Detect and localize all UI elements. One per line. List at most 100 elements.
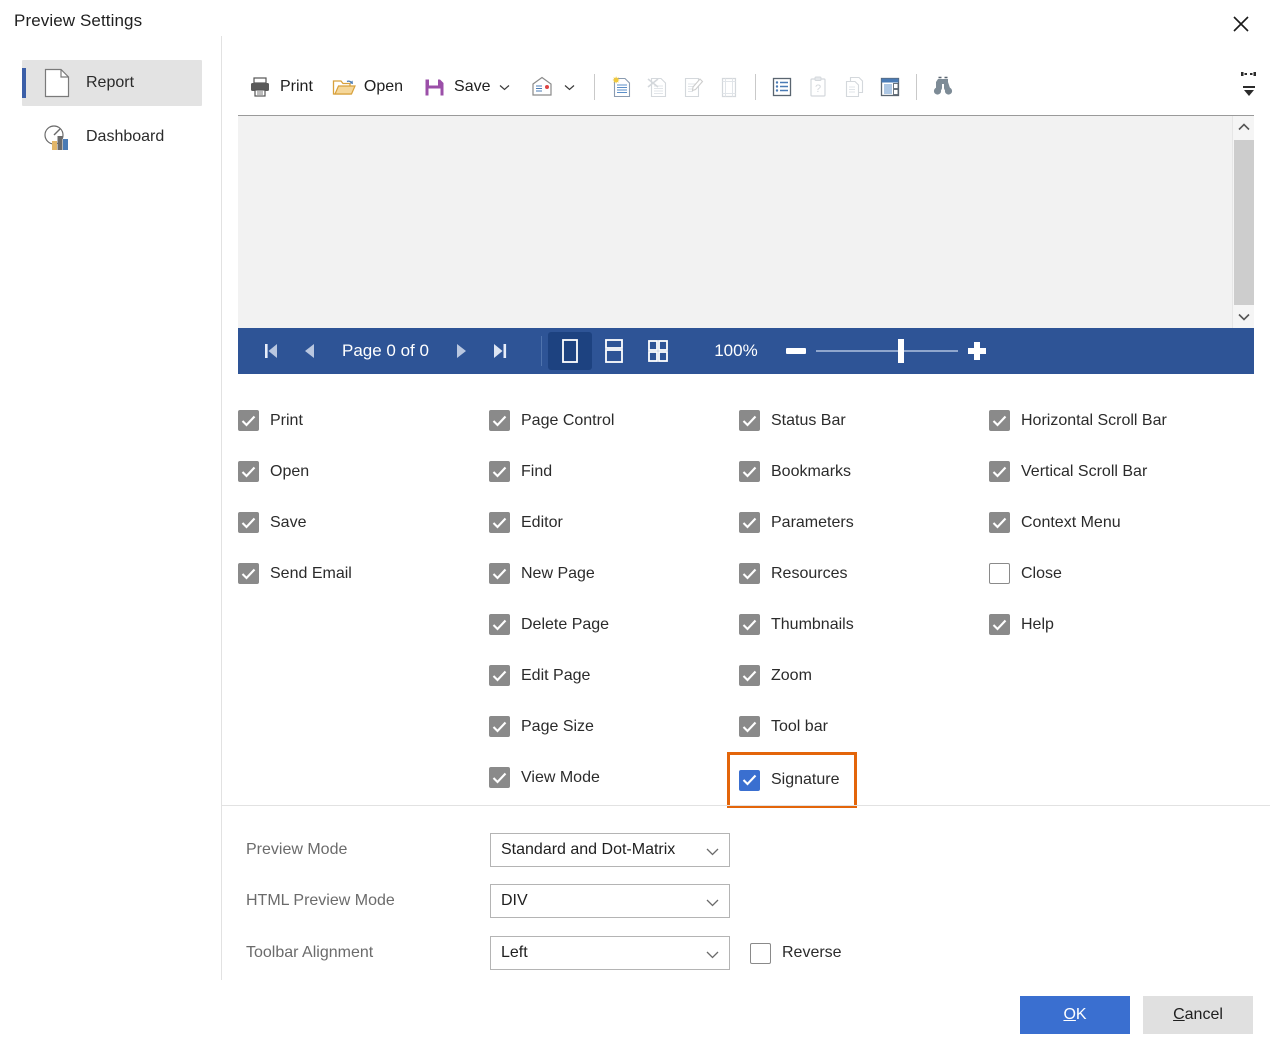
scroll-up-icon[interactable]: [1233, 116, 1255, 138]
svg-text:?: ?: [814, 83, 820, 95]
toolbar-overflow-icon[interactable]: [1236, 58, 1262, 110]
sidebar-item-dashboard[interactable]: Dashboard: [22, 114, 202, 160]
checkbox-zoom[interactable]: Zoom: [739, 650, 857, 701]
zoom-slider-thumb[interactable]: [898, 339, 905, 363]
checkbox-page-control[interactable]: Page Control: [489, 395, 614, 446]
checkbox-view-mode[interactable]: View Mode: [489, 752, 614, 803]
checkbox-resources[interactable]: Resources: [739, 548, 857, 599]
floppy-save-icon: [421, 74, 447, 100]
checkbox-indicator[interactable]: [989, 461, 1010, 482]
checkbox-indicator[interactable]: [989, 512, 1010, 533]
checkbox-indicator[interactable]: [739, 716, 760, 737]
multi-page-view-icon[interactable]: [636, 332, 680, 370]
prev-page-icon[interactable]: [290, 328, 328, 374]
checkbox-print[interactable]: Print: [238, 395, 352, 446]
checkbox-editor[interactable]: Editor: [489, 497, 614, 548]
html-preview-mode-select[interactable]: DIV: [490, 884, 730, 918]
checkbox-label: Find: [521, 462, 553, 480]
ok-button[interactable]: OK: [1020, 996, 1130, 1034]
find-binoculars-icon[interactable]: [925, 66, 961, 108]
checkbox-indicator[interactable]: [739, 410, 760, 431]
open-button[interactable]: Open: [322, 66, 412, 108]
new-page-icon[interactable]: [603, 66, 639, 108]
chevron-down-icon[interactable]: [563, 84, 577, 91]
close-icon[interactable]: [1220, 5, 1262, 43]
checkbox-indicator[interactable]: [989, 614, 1010, 635]
checkbox-indicator[interactable]: [238, 410, 259, 431]
checkbox-indicator[interactable]: [739, 769, 760, 791]
preview-mode-select[interactable]: Standard and Dot-Matrix: [490, 833, 730, 867]
checkbox-save[interactable]: Save: [238, 497, 352, 548]
checkbox-indicator[interactable]: [489, 716, 510, 737]
scroll-down-icon[interactable]: [1233, 306, 1255, 328]
checkbox-parameters[interactable]: Parameters: [739, 497, 857, 548]
checkbox-signature[interactable]: Signature: [727, 752, 857, 808]
preview-vertical-scrollbar[interactable]: [1232, 116, 1254, 328]
chevron-down-icon[interactable]: [706, 946, 719, 964]
preview-canvas: [238, 115, 1254, 328]
zoom-slider[interactable]: [785, 339, 986, 363]
checkbox-tool-bar[interactable]: Tool bar: [739, 701, 857, 752]
chevron-down-icon[interactable]: [498, 84, 512, 91]
checkbox-help[interactable]: Help: [989, 599, 1167, 650]
zoom-out-icon[interactable]: [785, 348, 806, 354]
checkbox-context-menu[interactable]: Context Menu: [989, 497, 1167, 548]
checkbox-delete-page[interactable]: Delete Page: [489, 599, 614, 650]
cancel-button[interactable]: Cancel: [1143, 996, 1253, 1034]
checkbox-indicator[interactable]: [989, 410, 1010, 431]
checkbox-new-page[interactable]: New Page: [489, 548, 614, 599]
thumbnails-icon[interactable]: [872, 66, 908, 108]
zoom-slider-track[interactable]: [815, 339, 958, 363]
checkbox-indicator[interactable]: [739, 665, 760, 686]
checkbox-indicator[interactable]: [489, 614, 510, 635]
dialog-title-bar: Preview Settings: [0, 0, 1270, 46]
checkbox-vertical-scroll-bar[interactable]: Vertical Scroll Bar: [989, 446, 1167, 497]
checkbox-thumbnails[interactable]: Thumbnails: [739, 599, 857, 650]
printer-icon: [247, 74, 273, 100]
checkbox-indicator[interactable]: [750, 942, 771, 964]
checkbox-bookmarks[interactable]: Bookmarks: [739, 446, 857, 497]
checkbox-open[interactable]: Open: [238, 446, 352, 497]
single-page-view-icon[interactable]: [547, 332, 592, 370]
scrollbar-thumb[interactable]: [1234, 140, 1254, 305]
last-page-icon[interactable]: [481, 328, 519, 374]
section-divider: [222, 805, 1270, 806]
checkbox-indicator[interactable]: [739, 512, 760, 533]
zoom-in-icon[interactable]: [967, 342, 986, 360]
send-email-button[interactable]: [521, 66, 586, 108]
toolbar-alignment-select[interactable]: Left: [490, 936, 730, 970]
checkbox-indicator[interactable]: [489, 410, 510, 431]
checkbox-indicator[interactable]: [238, 563, 259, 584]
checkbox-indicator[interactable]: [489, 461, 510, 482]
print-button[interactable]: Print: [238, 66, 322, 108]
checkbox-page-size[interactable]: Page Size: [489, 701, 614, 752]
continuous-view-icon[interactable]: [592, 332, 636, 370]
checkbox-indicator[interactable]: [489, 767, 510, 788]
checkbox-indicator[interactable]: [989, 563, 1010, 584]
checkbox-indicator[interactable]: [739, 614, 760, 635]
checkbox-send-email[interactable]: Send Email: [238, 548, 352, 599]
checkbox-indicator[interactable]: [739, 461, 760, 482]
checkbox-indicator[interactable]: [238, 512, 259, 533]
checkbox-reverse[interactable]: Reverse: [750, 942, 842, 964]
checkbox-indicator[interactable]: [739, 563, 760, 584]
checkbox-indicator[interactable]: [489, 665, 510, 686]
chevron-down-icon[interactable]: [706, 843, 719, 861]
chevron-down-icon[interactable]: [706, 894, 719, 912]
checkbox-label: Parameters: [771, 513, 854, 531]
save-button[interactable]: Save: [412, 66, 520, 108]
first-page-icon[interactable]: [252, 328, 290, 374]
checkbox-close[interactable]: Close: [989, 548, 1167, 599]
checkbox-find[interactable]: Find: [489, 446, 614, 497]
checkbox-horizontal-scroll-bar[interactable]: Horizontal Scroll Bar: [989, 395, 1167, 446]
checkbox-indicator[interactable]: [238, 461, 259, 482]
checkbox-edit-page[interactable]: Edit Page: [489, 650, 614, 701]
next-page-icon[interactable]: [443, 328, 481, 374]
checkbox-label: Close: [1021, 564, 1062, 582]
checkbox-status-bar[interactable]: Status Bar: [739, 395, 857, 446]
toolbar-separator: [915, 74, 917, 100]
checkbox-indicator[interactable]: [489, 512, 510, 533]
bookmarks-icon[interactable]: [764, 66, 800, 108]
sidebar-item-report[interactable]: Report: [22, 60, 202, 106]
checkbox-indicator[interactable]: [489, 563, 510, 584]
